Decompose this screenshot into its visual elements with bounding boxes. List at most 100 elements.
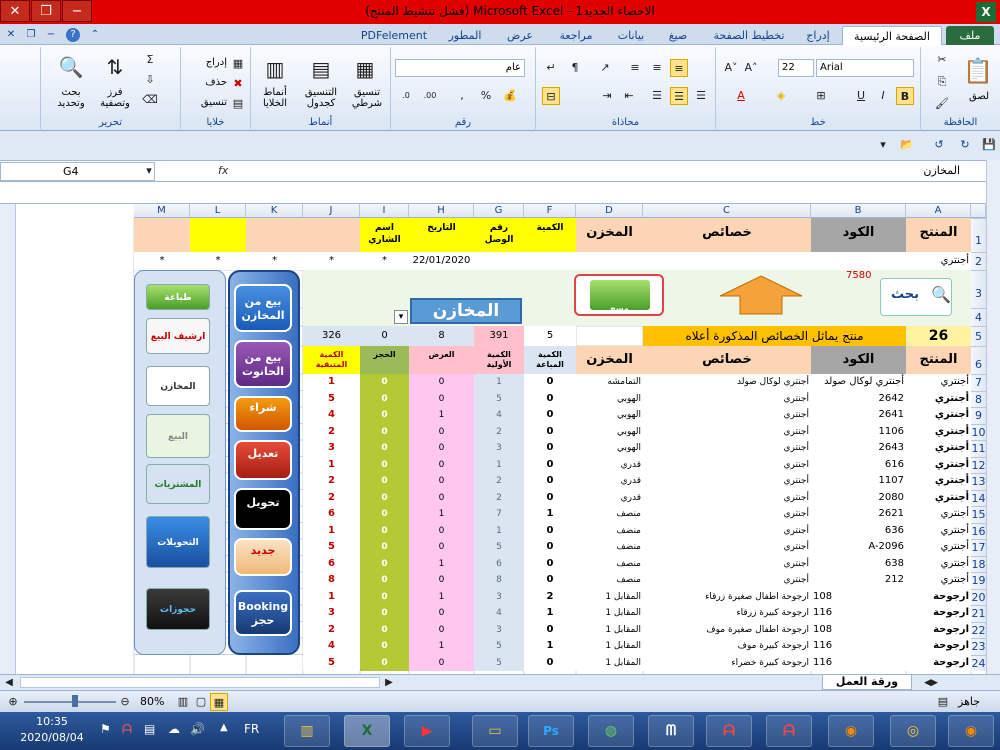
rtl-icon[interactable]: ¶ [566,59,584,77]
decrease-decimal-icon[interactable]: .0 [397,87,415,105]
cell-i24[interactable]: 0 [360,654,409,671]
borders-icon[interactable]: ⊞ [812,87,830,105]
font-name-box[interactable]: Arial [816,59,914,77]
cell-f10[interactable]: 0 [524,423,576,440]
undo-icon[interactable]: ↺ [930,136,948,154]
taskbar-photoshop-icon[interactable]: Ps [528,715,574,747]
input-cell-c[interactable] [643,252,811,270]
bookings-button[interactable]: حجوزات [146,588,210,630]
cell-g16[interactable]: 1 [474,522,524,539]
summary-count-cell[interactable]: 26 [906,326,971,346]
grow-font-icon[interactable]: A˄ [742,59,760,77]
cell-f15[interactable]: 1 [524,506,576,523]
cell-f9[interactable]: 0 [524,407,576,424]
cell-c16[interactable]: أجنتري [643,522,811,539]
new-button[interactable]: جديد [234,538,292,576]
row-header-18[interactable]: 18 [971,555,986,572]
tab-page-layout[interactable]: تخطيط الصفحة [705,26,793,45]
cell-a19[interactable]: أجنتري [906,572,971,589]
cell-c11[interactable]: أجنتري [643,440,811,457]
search-shape[interactable]: بحث 🔍 [880,278,952,316]
cell-j18[interactable]: 6 [303,555,360,572]
cell-i23[interactable]: 0 [360,638,409,655]
cell-b13[interactable]: 1107 [811,473,906,490]
taskbar-winrar-icon[interactable]: ▥ [284,715,330,747]
column-header-letter-m[interactable]: M [134,204,190,218]
cell-d17[interactable]: منصف [576,539,643,556]
clock-time[interactable]: 10:35 [12,715,92,728]
cell-j11[interactable]: 3 [303,440,360,457]
transfers-button[interactable]: التحويلات [146,516,210,568]
cell-b7[interactable]: أجنتري لوكال صولد [811,374,906,391]
cell-j23[interactable]: 4 [303,638,360,655]
cell-b18[interactable]: 638 [811,555,906,572]
cell-g17[interactable]: 5 [474,539,524,556]
cell-a20[interactable]: ارجوحة [906,588,971,605]
cell-g7[interactable]: 1 [474,374,524,391]
row-header-8[interactable]: 8 [971,390,986,407]
format-cells-icon[interactable]: ▤ [229,95,247,113]
cell-d24[interactable]: المقابل 1 [576,654,643,671]
cell-j14[interactable]: 2 [303,489,360,506]
column-header-letter-c[interactable]: C [643,204,811,218]
cell-i18[interactable]: 0 [360,555,409,572]
cell-f17[interactable]: 0 [524,539,576,556]
input-cell-d[interactable] [576,252,643,270]
cell-a24[interactable]: ارجوحة [906,654,971,671]
header-cell-c[interactable]: خصائص [643,218,811,252]
cell-c21[interactable]: ارجوحة كبيرة زرقاء [643,605,811,622]
cell-d22[interactable]: المقابل 1 [576,621,643,638]
cell-d12[interactable]: قدري [576,456,643,473]
cell-j13[interactable]: 2 [303,473,360,490]
sales-button[interactable]: البيع [146,414,210,458]
cell-h19[interactable]: 0 [409,572,474,589]
autosum-icon[interactable]: Σ [141,51,159,69]
stores-dropdown-icon[interactable]: ▾ [394,310,408,324]
font-color-icon[interactable]: A [732,87,750,105]
tab-data[interactable]: بيانات [608,26,654,45]
page-break-view-icon[interactable]: ▥ [174,693,192,711]
ribbon-collapse-icon[interactable]: ⌃ [88,28,102,42]
cell-h18[interactable]: 1 [409,555,474,572]
find-select-icon[interactable]: 🔍 [57,53,85,81]
horizontal-scrollbar[interactable] [20,677,380,688]
left-split-bar[interactable] [0,204,16,674]
cell-j12[interactable]: 1 [303,456,360,473]
cell-h7[interactable]: 0 [409,374,474,391]
cell-c9[interactable]: أجنتري [643,407,811,424]
cell-h22[interactable]: 0 [409,621,474,638]
cell-d21[interactable]: المقابل 1 [576,605,643,622]
cell-f23[interactable]: 1 [524,638,576,655]
row-header-12[interactable]: 12 [971,456,986,473]
column-header-letter-a[interactable]: A [906,204,971,218]
taskbar-firefox2-icon[interactable]: ◉ [948,715,994,747]
sell-from-shop-button[interactable]: بيع من الحانوت [234,340,292,388]
header-cell-f[interactable]: الكمية [524,218,576,252]
sheet-tab-worksheet[interactable]: ورقة العمل [822,675,912,690]
cell-b12[interactable]: 616 [811,456,906,473]
sort-filter-icon[interactable]: ⇅ [101,53,129,81]
cell-j19[interactable]: 8 [303,572,360,589]
cell-h8[interactable]: 0 [409,390,474,407]
cell-j21[interactable]: 3 [303,605,360,622]
cell-f12[interactable]: 0 [524,456,576,473]
vertical-scrollbar[interactable] [986,160,1000,674]
cell-b11[interactable]: 2643 [811,440,906,457]
row-header-4[interactable]: 4 [971,308,986,326]
input-cell-b[interactable] [811,252,906,270]
cell-c7[interactable]: أجنتري لوكال صولد [643,374,811,391]
format-painter-icon[interactable]: 🖌 [933,95,951,113]
cell-c14[interactable]: أجنتري [643,489,811,506]
restore-button[interactable]: ❐ [31,0,61,22]
cell-h24[interactable]: 0 [409,654,474,671]
help-icon[interactable]: ? [66,28,80,42]
row-header-16[interactable]: 16 [971,522,986,539]
percent-icon[interactable]: % [477,87,495,105]
cell-d15[interactable]: منصف [576,506,643,523]
cell-d13[interactable]: قدري [576,473,643,490]
sell-from-stores-button[interactable]: بيع من المخازن [234,284,292,332]
cell-i7[interactable]: 0 [360,374,409,391]
zoom-slider-thumb[interactable] [72,695,78,707]
cell-i20[interactable]: 0 [360,588,409,605]
cell-f24[interactable]: 0 [524,654,576,671]
